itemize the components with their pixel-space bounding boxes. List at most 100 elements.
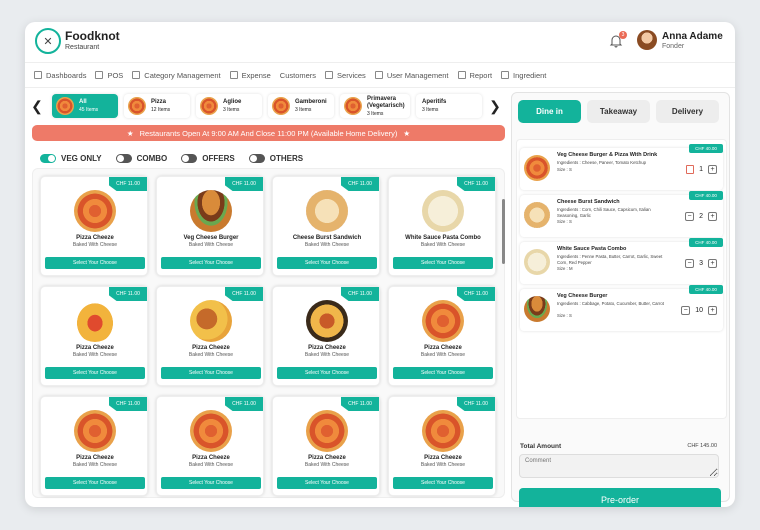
cart-item-ingredients: Ingredients : Cheese, Paneer, Tomato Ket… xyxy=(557,160,647,165)
tab-takeaway[interactable]: Takeaway xyxy=(587,100,650,123)
filter-offers[interactable]: OFFERS xyxy=(181,154,235,163)
nav-item-services[interactable]: Services xyxy=(325,71,366,80)
brand: Foodknot Restaurant xyxy=(65,29,120,51)
category-name: Aperitifs xyxy=(422,99,447,105)
comment-field[interactable] xyxy=(519,454,719,478)
filter-veg-only[interactable]: VEG ONLY xyxy=(40,154,102,163)
select-choice-button[interactable]: Select Your Choose xyxy=(393,367,493,379)
product-desc: Baked With Cheese xyxy=(188,242,234,248)
nav-item-dashboards[interactable]: Dashboards xyxy=(34,71,86,80)
quantity-value: 10 xyxy=(695,307,703,314)
menu-panel: ❮ All 45 Items Pizza 12 Items Aglioe 3 Item… xyxy=(29,92,509,502)
avatar[interactable] xyxy=(637,30,657,50)
select-choice-button[interactable]: Select Your Choose xyxy=(45,257,145,269)
quantity-value: 3 xyxy=(699,260,703,267)
category-name: All xyxy=(79,99,87,105)
notification-badge: 3 xyxy=(619,31,627,39)
toggle-switch[interactable] xyxy=(181,154,198,163)
product-card[interactable]: CHF 11.00 Pizza Cheeze Baked With Cheese Se… xyxy=(156,396,264,496)
chevron-right-icon[interactable]: ❯ xyxy=(489,98,501,115)
user-name[interactable]: Anna Adame xyxy=(662,31,723,42)
nav-item-category-management[interactable]: Category Management xyxy=(132,70,221,80)
scrollbar[interactable] xyxy=(502,199,505,264)
product-card[interactable]: CHF 11.00 Pizza Cheeze Baked With Cheese Se… xyxy=(40,286,148,386)
decrease-button[interactable]: − xyxy=(685,259,695,268)
product-card[interactable]: CHF 11.00 White Sauce Pasta Combo Baked Wi… xyxy=(388,176,496,276)
select-choice-button[interactable]: Select Your Choose xyxy=(393,477,493,489)
nav-item-report[interactable]: Report xyxy=(457,71,492,80)
product-image xyxy=(74,300,116,342)
toggle-switch[interactable] xyxy=(248,154,265,163)
increase-button[interactable]: + xyxy=(708,259,717,268)
nav-item-user-management[interactable]: User Management xyxy=(374,71,449,80)
select-choice-button[interactable]: Select Your Choose xyxy=(45,367,145,379)
product-card[interactable]: CHF 11.00 Pizza Cheeze Baked With Cheese Se… xyxy=(272,396,380,496)
list-icon xyxy=(325,71,334,79)
category-thumb xyxy=(344,97,362,115)
product-card[interactable]: CHF 11.00 Pizza Cheeze Baked With Cheese Se… xyxy=(388,286,496,386)
category-bar: ❮ All 45 Items Pizza 12 Items Aglioe 3 Item… xyxy=(29,92,509,120)
increase-button[interactable]: + xyxy=(708,212,717,221)
nav-item-pos[interactable]: POS xyxy=(95,71,123,80)
cart-item-ingredients: Ingredients : Corn, Chili Sauce, Capsicu… xyxy=(557,207,651,218)
decrease-button[interactable]: − xyxy=(685,212,695,221)
tab-dine-in[interactable]: Dine in xyxy=(518,100,581,123)
nav-item-customers[interactable]: Customers xyxy=(280,71,316,80)
quantity-stepper: −3 + xyxy=(685,259,717,268)
cart-item-name: White Sauce Pasta Combo xyxy=(557,246,627,252)
cart-item-image xyxy=(524,296,550,322)
quantity-stepper: −2 + xyxy=(685,212,717,221)
product-card[interactable]: CHF 11.00 Veg Cheese Burger Baked With Che… xyxy=(156,176,264,276)
category-gamberoni[interactable]: Gamberoni 3 Items xyxy=(268,94,334,118)
select-choice-button[interactable]: Select Your Choose xyxy=(277,477,377,489)
category-count: 3 Items xyxy=(367,110,384,117)
product-name: Pizza Cheeze xyxy=(76,235,114,241)
increase-button[interactable]: + xyxy=(708,165,717,174)
price-tag: CHF 11.00 xyxy=(225,287,263,301)
product-image xyxy=(190,410,232,452)
product-card[interactable]: CHF 11.00 Pizza Cheeze Baked With Cheese Se… xyxy=(156,286,264,386)
select-choice-button[interactable]: Select Your Choose xyxy=(161,477,261,489)
total-value: CHF 145.00 xyxy=(687,443,717,449)
price-tag: CHF 11.00 xyxy=(109,177,147,191)
category-primavera[interactable]: Primavera (Vegetarisch) 3 Items xyxy=(340,94,410,118)
product-card[interactable]: CHF 11.00 Cheese Burst Sandwich Baked With… xyxy=(272,176,380,276)
product-card[interactable]: CHF 11.00 Pizza Cheeze Baked With Cheese Se… xyxy=(388,396,496,496)
trash-icon[interactable] xyxy=(686,165,695,174)
nav-label: Category Management xyxy=(144,70,221,80)
grid-icon xyxy=(501,71,510,79)
preorder-button[interactable]: Pre-order xyxy=(519,488,721,507)
filter-others[interactable]: OTHERS xyxy=(248,154,303,163)
nav-label: Ingredient xyxy=(513,70,547,80)
chevron-left-icon[interactable]: ❮ xyxy=(31,98,43,115)
decrease-button[interactable]: − xyxy=(681,306,691,315)
category-aperitifs[interactable]: Aperitifs 3 Items xyxy=(416,94,482,118)
nav-item-ingredient[interactable]: Ingredient xyxy=(501,71,546,80)
grid-icon xyxy=(132,71,141,79)
toggle-switch[interactable] xyxy=(40,154,56,163)
toggle-switch[interactable] xyxy=(115,154,132,163)
category-aglioe[interactable]: Aglioe 3 Items xyxy=(196,94,262,118)
category-all[interactable]: All 45 Items xyxy=(52,94,118,118)
grid-icon xyxy=(34,71,42,79)
tab-delivery[interactable]: Delivery xyxy=(656,100,719,123)
price-tag: CHF 11.00 xyxy=(457,397,495,411)
price-tag: CHF 11.00 xyxy=(457,177,495,191)
select-choice-button[interactable]: Select Your Choose xyxy=(161,257,261,269)
user-icon xyxy=(374,71,383,79)
product-card[interactable]: CHF 11.00 Pizza Cheeze Baked With Cheese Se… xyxy=(272,286,380,386)
filter-combo[interactable]: COMBO xyxy=(115,154,167,163)
select-choice-button[interactable]: Select Your Choose xyxy=(277,257,377,269)
category-pizza[interactable]: Pizza 12 Items xyxy=(124,94,190,118)
select-choice-button[interactable]: Select Your Choose xyxy=(277,367,377,379)
select-choice-button[interactable]: Select Your Choose xyxy=(161,367,261,379)
select-choice-button[interactable]: Select Your Choose xyxy=(45,477,145,489)
nav-item-expense[interactable]: Expense xyxy=(229,71,271,80)
product-name: Pizza Cheeze xyxy=(424,345,462,351)
product-card[interactable]: CHF 11.00 Pizza Cheeze Baked With Cheese Se… xyxy=(40,176,148,276)
increase-button[interactable]: + xyxy=(708,306,717,315)
product-card[interactable]: CHF 11.00 Pizza Cheeze Baked With Cheese Se… xyxy=(40,396,148,496)
product-desc: Baked With Cheese xyxy=(420,242,466,248)
select-choice-button[interactable]: Select Your Choose xyxy=(393,257,493,269)
product-name: Veg Cheese Burger xyxy=(183,235,239,241)
